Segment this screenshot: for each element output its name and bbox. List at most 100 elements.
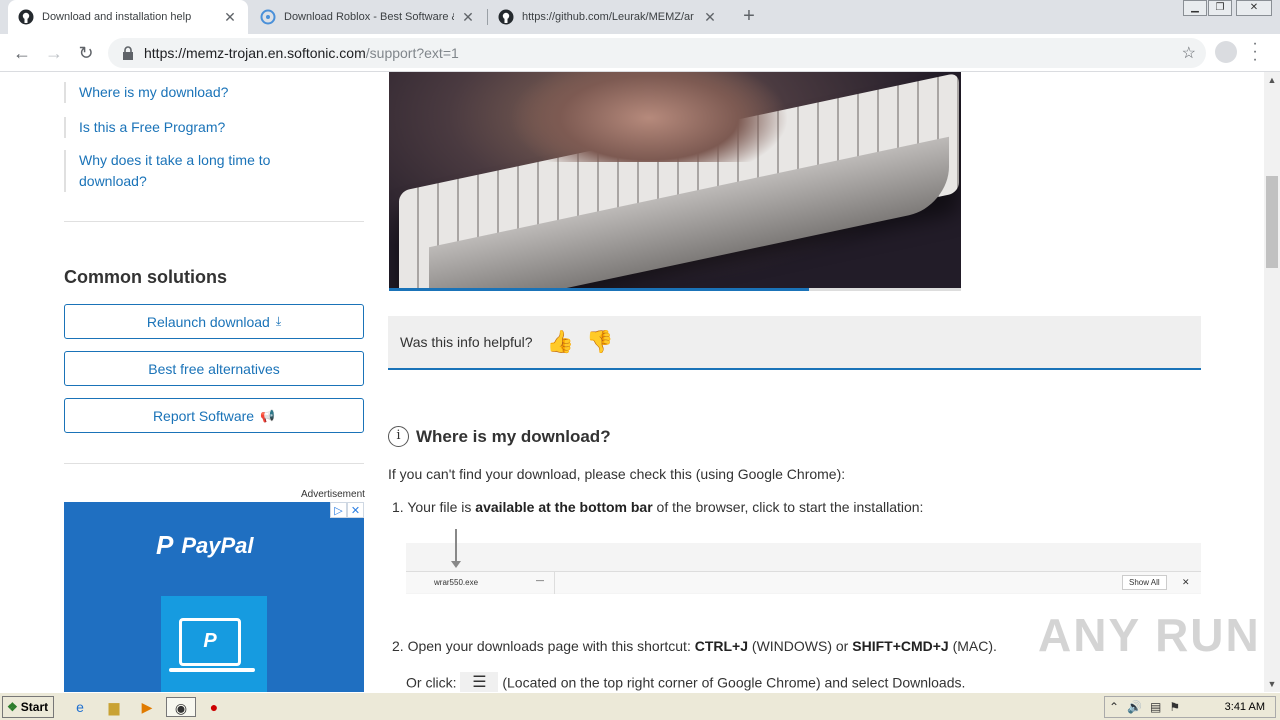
- thumbs-up-icon[interactable]: 👍: [547, 329, 574, 355]
- common-solutions-heading: Common solutions: [64, 267, 227, 287]
- divider: [64, 463, 364, 464]
- tab-github-memz[interactable]: https://github.com/Leurak/MEMZ/ar ✕: [488, 0, 728, 34]
- close-tab-icon[interactable]: ✕: [222, 9, 238, 26]
- laptop-base: [169, 668, 255, 672]
- adchoices-icon[interactable]: ▷: [330, 502, 347, 518]
- page-scrollbar[interactable]: ▲ ▼: [1264, 72, 1280, 692]
- browser-toolbar: ← → ↻ https://memz-trojan.en.softonic.co…: [0, 34, 1280, 72]
- bookmark-star-icon[interactable]: ☆: [1182, 43, 1196, 63]
- section-title: Where is my download?: [416, 426, 611, 446]
- url-text: https://memz-trojan.en.softonic.com/supp…: [144, 45, 459, 61]
- minimize-button[interactable]: ▁: [1183, 0, 1207, 16]
- step-3-prefix: Or click:: [406, 674, 461, 691]
- tab-download-help[interactable]: Download and installation help ✕: [8, 0, 248, 34]
- report-software-button[interactable]: Report Software 📢: [64, 398, 364, 433]
- chrome-menu-icon[interactable]: · · ·: [1250, 36, 1260, 68]
- video-progress-bar[interactable]: [389, 288, 961, 291]
- tab-title: https://github.com/Leurak/MEMZ/ar: [522, 11, 694, 23]
- download-shelf: wrar550.exe — Show All ✕: [406, 571, 1201, 594]
- sidebar-link-long-time[interactable]: Why does it take a long time to download…: [64, 150, 284, 192]
- github-icon: [498, 9, 514, 25]
- clock: 3:41 AM: [1224, 701, 1265, 713]
- address-bar[interactable]: https://memz-trojan.en.softonic.com/supp…: [108, 38, 1206, 68]
- system-tray: ⌃🔊▤⚑ 3:41 AM: [1104, 696, 1276, 718]
- page-content: Where is my download? Is this a Free Pro…: [0, 72, 1264, 692]
- shot-file-name: wrar550.exe: [434, 578, 479, 587]
- softonic-icon: [260, 9, 276, 25]
- step-2-mid: (WINDOWS) or: [748, 638, 853, 654]
- windows-taskbar: ❖ Start e ▆ ▶ ◉ ● ⌃🔊▤⚑ 3:41 AM: [0, 692, 1280, 720]
- start-button[interactable]: ❖ Start: [2, 696, 54, 718]
- profile-avatar-icon[interactable]: [1215, 41, 1237, 63]
- shot-close-icon: ✕: [1182, 577, 1190, 587]
- back-arrow-icon[interactable]: ←: [10, 41, 34, 65]
- sidebar-link-where-download[interactable]: Where is my download?: [64, 82, 304, 103]
- step-3-text: Or click: ☰ (Located on the top right co…: [406, 672, 965, 692]
- url-host: https://memz-trojan.en.softonic.com: [144, 45, 366, 61]
- thumbs-down-icon[interactable]: 👎: [586, 329, 613, 355]
- scroll-up-arrow-icon[interactable]: ▲: [1264, 72, 1280, 88]
- anyrun-watermark: ANY RUN: [1038, 609, 1261, 661]
- arrow-down-icon: [451, 561, 461, 568]
- tab-title: Download Roblox - Best Software &: [284, 11, 454, 23]
- tray-icons[interactable]: ⌃🔊▤⚑: [1109, 700, 1188, 714]
- paypal-ad[interactable]: ▷ ✕ P PayPal P: [64, 502, 364, 692]
- opera-icon[interactable]: ●: [204, 697, 224, 717]
- scrollbar-thumb[interactable]: [1266, 176, 1278, 268]
- close-tab-icon[interactable]: ✕: [460, 9, 476, 26]
- helpful-feedback-box: Was this info helpful? 👍 👎: [388, 316, 1201, 370]
- tab-title: Download and installation help: [42, 11, 192, 23]
- advertisement-label: Advertisement: [301, 489, 365, 500]
- step-1-prefix: 1. Your file is: [392, 499, 476, 515]
- reload-icon[interactable]: ↻: [74, 41, 98, 65]
- step-3-suffix: (Located on the top right corner of Goog…: [498, 674, 966, 691]
- best-alternatives-button[interactable]: Best free alternatives: [64, 351, 364, 386]
- shot-separator: [554, 572, 555, 594]
- hamburger-menu-icon: ☰: [460, 672, 499, 692]
- tab-roblox[interactable]: Download Roblox - Best Software & ✕: [250, 0, 486, 34]
- shot-show-all: Show All: [1122, 575, 1167, 590]
- windows-logo-icon: ❖: [7, 700, 18, 714]
- restore-button[interactable]: ❐: [1208, 0, 1232, 16]
- folder-icon[interactable]: ▆: [104, 697, 124, 717]
- step-1-suffix: of the browser, click to start the insta…: [652, 499, 924, 515]
- step-2-key2: SHIFT+CMD+J: [852, 638, 949, 654]
- internet-explorer-icon[interactable]: e: [70, 697, 90, 717]
- close-ad-icon[interactable]: ✕: [347, 502, 364, 518]
- close-window-button[interactable]: ✕: [1236, 0, 1272, 16]
- relaunch-download-button[interactable]: Relaunch download ⤓: [64, 304, 364, 339]
- report-label: Report Software: [152, 407, 255, 424]
- paypal-logo: P PayPal: [156, 530, 254, 561]
- chrome-taskbar-icon[interactable]: ◉: [166, 697, 196, 717]
- url-path: /support?ext=1: [365, 45, 459, 61]
- shot-menu-icon: —: [536, 576, 544, 585]
- typing-keyboard-image: [389, 72, 961, 290]
- new-tab-button[interactable]: +: [738, 5, 760, 27]
- step-2-key1: CTRL+J: [694, 638, 749, 654]
- sidebar-link-free-program[interactable]: Is this a Free Program?: [64, 117, 304, 138]
- close-tab-icon[interactable]: ✕: [702, 9, 718, 26]
- arrow-line: [455, 529, 457, 565]
- hands-shape: [509, 72, 789, 162]
- megaphone-icon: 📢: [260, 408, 276, 423]
- relaunch-label: Relaunch download: [146, 313, 270, 330]
- forward-arrow-icon[interactable]: →: [42, 41, 66, 65]
- download-bar-screenshot: wrar550.exe — Show All ✕: [406, 529, 1201, 594]
- intro-text: If you can't find your download, please …: [388, 466, 846, 482]
- step-2-prefix: 2. Open your downloads page with this sh…: [392, 638, 695, 654]
- ad-choices[interactable]: ▷ ✕: [330, 502, 364, 518]
- start-label: Start: [20, 700, 49, 714]
- info-icon: i: [388, 426, 409, 447]
- divider: [64, 221, 364, 222]
- lock-icon: [123, 46, 133, 60]
- paypal-brand: PayPal: [181, 532, 254, 558]
- helpful-question: Was this info helpful?: [400, 334, 533, 350]
- laptop-illustration: P: [161, 596, 267, 692]
- media-player-icon[interactable]: ▶: [137, 697, 157, 717]
- step-1-bold: available at the bottom bar: [475, 499, 653, 515]
- progress-fill: [389, 288, 809, 291]
- scroll-down-arrow-icon[interactable]: ▼: [1264, 676, 1280, 692]
- step-2-text: 2. Open your downloads page with this sh…: [392, 638, 997, 654]
- github-icon: [18, 9, 34, 25]
- download-icon: ⤓: [275, 314, 282, 328]
